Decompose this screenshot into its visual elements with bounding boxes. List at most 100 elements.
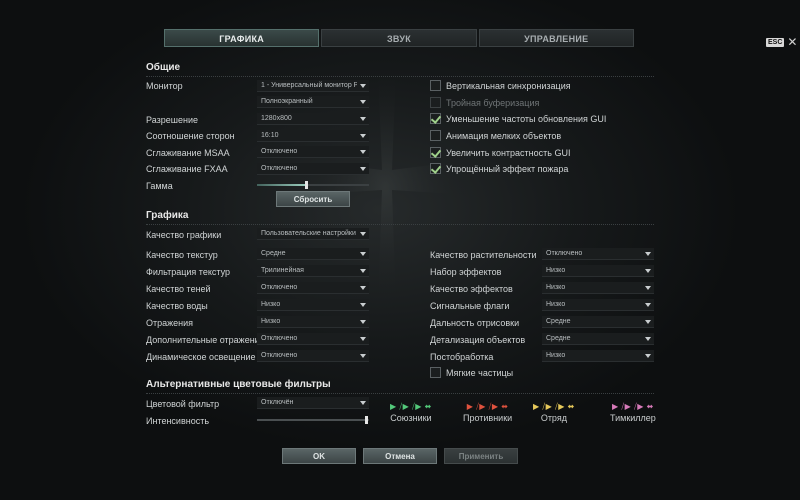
chevron-down-icon — [645, 286, 651, 290]
esc-key-badge: ESC — [766, 37, 785, 47]
intensity-label: Интенсивность — [146, 416, 210, 426]
ship-markers-icon: ▶ ⧸▶ ⧸▶ ⬌ — [466, 402, 509, 411]
legend-label: Противники — [463, 413, 513, 423]
tab-controls[interactable]: УПРАВЛЕНИЕ — [478, 29, 634, 47]
color-legend-item: ▶ ⧸▶ ⧸▶ ⬌ Отряд — [533, 402, 575, 423]
graphics-setting-dropdown[interactable]: Отключено — [257, 333, 369, 345]
aspect-ratio-dropdown[interactable]: 16:10 — [257, 130, 369, 142]
graphics-setting-dropdown[interactable]: Низко — [542, 282, 654, 294]
intensity-slider[interactable] — [257, 416, 369, 424]
cancel-button[interactable]: Отмена — [363, 448, 437, 464]
graphics-setting-label: Сигнальные флаги — [430, 301, 510, 311]
chevron-down-icon — [645, 269, 651, 273]
resolution-dropdown[interactable]: 1280x800 — [257, 113, 369, 125]
intensity-slider-fill — [257, 419, 367, 421]
general-option-checkbox[interactable] — [430, 80, 441, 91]
resolution-label: Разрешение — [146, 115, 198, 125]
close-icon[interactable]: ✕ — [787, 36, 797, 48]
color-legend-item: ▶ ⧸▶ ⧸▶ ⬌ Противники — [463, 402, 512, 423]
gamma-slider-fill — [257, 184, 306, 186]
graphics-setting-dropdown[interactable]: Средне — [257, 248, 369, 260]
intensity-slider-handle[interactable] — [365, 416, 368, 424]
gamma-label: Гамма — [146, 181, 173, 191]
esc-close-button[interactable]: ESC ✕ — [766, 36, 797, 48]
general-option-label: Уменьшение частоты обновления GUI — [446, 114, 607, 124]
chevron-down-icon — [645, 303, 651, 307]
checkmark-icon — [430, 113, 442, 124]
gamma-slider-handle[interactable] — [305, 181, 308, 189]
chevron-down-icon — [360, 286, 366, 290]
fxaa-label: Сглаживание FXAA — [146, 164, 228, 174]
ship-markers-icon: ▶ ⧸▶ ⧸▶ ⬌ — [390, 402, 432, 411]
soft-particles-checkbox[interactable] — [430, 367, 441, 378]
tab-graphics[interactable]: ГРАФИКА — [164, 29, 320, 47]
general-option-checkbox[interactable] — [430, 147, 442, 158]
general-option-checkbox[interactable] — [430, 97, 441, 108]
graphics-setting-dropdown[interactable]: Низко — [542, 299, 654, 311]
section-general-title: Общие — [146, 62, 181, 73]
reset-button[interactable]: Сбросить — [276, 191, 350, 207]
apply-button[interactable]: Применить — [444, 448, 518, 464]
graphics-quality-dropdown[interactable]: Пользовательские настройки — [257, 228, 369, 240]
fxaa-dropdown[interactable]: Отключено — [257, 163, 369, 175]
general-option-checkbox[interactable] — [430, 163, 442, 174]
chevron-down-icon — [360, 84, 366, 88]
chevron-down-icon — [360, 134, 366, 138]
monitor-dropdown[interactable]: 1 - Универсальный монитор PnP — [257, 80, 369, 92]
chevron-down-icon — [360, 167, 366, 171]
chevron-down-icon — [360, 232, 366, 236]
chevron-down-icon — [360, 269, 366, 273]
tab-sound[interactable]: ЗВУК — [321, 29, 477, 47]
background-cross-emblem — [300, 70, 470, 305]
ok-button[interactable]: OK — [282, 448, 356, 464]
legend-label: Союзники — [390, 413, 432, 423]
msaa-dropdown[interactable]: Отключено — [257, 146, 369, 158]
graphics-setting-label: Динамическое освещение — [146, 352, 256, 362]
aspect-ratio-label: Соотношение сторон — [146, 131, 235, 141]
general-option-checkbox[interactable] — [430, 130, 441, 141]
divider — [146, 224, 654, 225]
chevron-down-icon — [645, 320, 651, 324]
ship-markers-icon: ▶ ⧸▶ ⧸▶ ⬌ — [612, 402, 654, 411]
monitor-label: Монитор — [146, 81, 183, 91]
general-option-label: Увеличить контрастность GUI — [446, 148, 571, 158]
color-filter-dropdown[interactable]: Отключён — [257, 397, 369, 409]
soft-particles-label: Мягкие частицы — [446, 368, 514, 378]
general-option-label: Анимация мелких объектов — [446, 131, 562, 141]
graphics-setting-dropdown[interactable]: Средне — [542, 333, 654, 345]
graphics-setting-dropdown[interactable]: Отключено — [257, 282, 369, 294]
general-option-checkbox[interactable] — [430, 113, 442, 124]
color-legend-item: ▶ ⧸▶ ⧸▶ ⬌ Союзники — [390, 402, 432, 423]
chevron-down-icon — [360, 150, 366, 154]
graphics-setting-dropdown[interactable]: Низко — [542, 265, 654, 277]
general-option-label: Упрощённый эффект пожара — [446, 164, 569, 174]
graphics-setting-dropdown[interactable]: Отключено — [542, 248, 654, 260]
general-option-label: Вертикальная синхронизация — [446, 81, 571, 91]
graphics-setting-label: Дальность отрисовки — [430, 318, 520, 328]
msaa-label: Сглаживание MSAA — [146, 148, 230, 158]
graphics-setting-label: Качество теней — [146, 284, 211, 294]
section-graphics-title: Графика — [146, 210, 189, 221]
divider — [146, 393, 654, 394]
divider — [146, 76, 654, 77]
gamma-slider[interactable] — [257, 181, 369, 189]
graphics-quality-label: Качество графики — [146, 230, 222, 240]
graphics-setting-dropdown[interactable]: Отключено — [257, 350, 369, 362]
settings-screen: ГРАФИКА ЗВУК УПРАВЛЕНИЕ ESC ✕ Общие Мони… — [0, 0, 800, 500]
graphics-setting-dropdown[interactable]: Средне — [542, 316, 654, 328]
chevron-down-icon — [360, 252, 366, 256]
graphics-setting-dropdown[interactable]: Низко — [257, 316, 369, 328]
graphics-setting-label: Постобработка — [430, 352, 494, 362]
legend-label: Отряд — [540, 413, 567, 423]
graphics-setting-label: Качество воды — [146, 301, 208, 311]
chevron-down-icon — [360, 100, 366, 104]
graphics-setting-label: Дополнительные отражения — [146, 335, 265, 345]
chevron-down-icon — [645, 337, 651, 341]
graphics-setting-dropdown[interactable]: Трилинейная — [257, 265, 369, 277]
display-mode-dropdown[interactable]: Полноэкранный — [257, 96, 369, 108]
color-filter-label: Цветовой фильтр — [146, 399, 220, 409]
graphics-setting-dropdown[interactable]: Низко — [542, 350, 654, 362]
graphics-setting-dropdown[interactable]: Низко — [257, 299, 369, 311]
chevron-down-icon — [360, 354, 366, 358]
chevron-down-icon — [360, 401, 366, 405]
